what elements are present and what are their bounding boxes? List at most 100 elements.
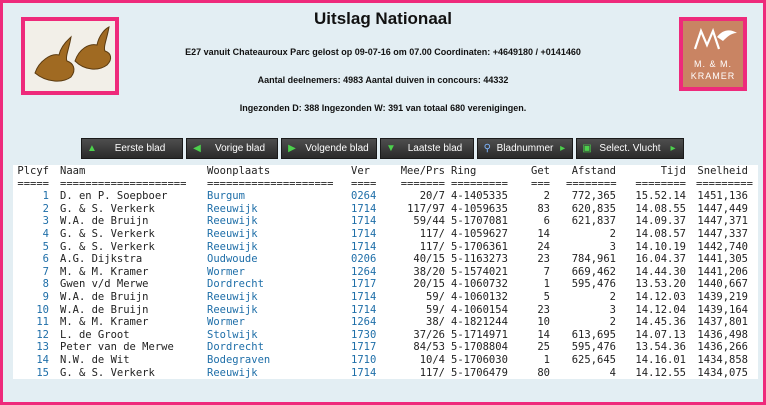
page-title: Uitslag Nationaal [314,9,452,28]
table-row: 15 G. & S. Verkerk Reeuwijk 1714 117/5-17064… [13,367,758,380]
cell-snelheid: 1437,801 [697,316,748,329]
cell-woonplaats[interactable]: Reeuwijk [207,241,258,253]
chevron-right-icon: ▸ [670,143,676,154]
next-page-button[interactable]: ▶ Volgende blad [281,138,377,159]
cell-tijd: 14.08.55 [635,202,686,215]
cell-woonplaats[interactable]: Bodegraven [207,354,270,366]
cell-get: 25 [537,341,550,354]
cell-ver: 1714 [351,366,377,379]
cell-naam[interactable]: A.G. Dijkstra [60,253,142,265]
cell-naam[interactable]: W.A. de Bruijn [60,304,149,316]
underline-mee-prs: ======= [400,177,445,190]
table-header-underline: ===== ==================== ===============… [13,178,758,191]
cell-afstand: 2 [609,227,616,240]
cell-naam[interactable]: W.A. de Bruijn [60,215,149,227]
cell-naam[interactable]: G. & S. Verkerk [60,367,155,379]
header-mee-prs: Mee/Prs [400,165,445,177]
cell-naam[interactable]: N.W. de Wit [60,354,130,366]
cell-woonplaats[interactable]: Dordrecht [207,341,264,353]
cell-ver: 1714 [351,240,377,253]
underline-snelheid: ========= [696,177,753,190]
cell-naam[interactable]: W.A. de Bruijn [60,291,149,303]
cell-afstand: 620,835 [571,202,616,215]
logo-text-mm: M. & M. [694,59,732,69]
cell-ver: 1714 [351,303,377,316]
results-table: Plcyf Naam Woonplaats Ver Mee/Prs Ring Get Afst… [13,165,758,380]
table-row: 7 M. & M. Kramer Wormer 1264 38/20 5-1574021 7… [13,266,758,279]
cell-naam[interactable]: G. & S. Verkerk [60,228,155,240]
cell-ring: 5-1708804 [451,341,508,354]
cell-tijd: 15.52.14 [635,190,686,203]
select-flight-button[interactable]: ▣ Select. Vlucht ▸ [576,138,684,159]
header-tijd: Tijd [660,165,686,177]
underline-afstand: ======== [566,177,617,190]
cell-snelheid: 1447,337 [697,227,748,240]
arrow-down-icon: ▼ [386,143,396,154]
first-page-button[interactable]: ▲ Eerste blad [81,138,183,159]
previous-page-button[interactable]: ◀ Vorige blad [186,138,278,159]
cell-afstand: 595,476 [571,278,616,291]
header-ring: Ring [451,165,477,177]
header-woonplaats: Woonplaats [207,165,271,177]
cell-mee-prs: 59/ [426,290,445,303]
cell-woonplaats[interactable]: Wormer [207,266,245,278]
cell-woonplaats[interactable]: Reeuwijk [207,291,258,303]
cell-afstand: 625,645 [571,353,616,366]
cell-tijd: 14.12.03 [635,290,686,303]
cell-afstand: 669,462 [571,265,616,278]
cell-woonplaats[interactable]: Burgum [207,190,245,202]
cell-mee-prs: 20/15 [413,278,445,291]
cell-ver: 1714 [351,202,377,215]
table-row: 11 M. & M. Kramer Wormer 1264 38/4-1821244 10… [13,316,758,329]
cell-woonplaats[interactable]: Reeuwijk [207,367,258,379]
cell-mee-prs: 38/ [426,316,445,329]
cell-naam[interactable]: D. en P. Soepboer [60,190,167,202]
page-number-button[interactable]: ⚲ Bladnummer ▸ [477,138,573,159]
cell-naam[interactable]: L. de Groot [60,329,130,341]
cell-woonplaats[interactable]: Reeuwijk [207,215,258,227]
cell-snelheid: 1451,136 [697,190,748,203]
cell-ver: 1730 [351,328,377,341]
last-page-button[interactable]: ▼ Laatste blad [380,138,474,159]
cell-plcyf: 7 [42,265,49,278]
page-frame: Uitslag Nationaal E27 vanuit Chateauroux… [0,0,766,405]
cell-mee-prs: 40/15 [413,253,445,266]
participants-info: Aantal deelnemers: 4983 Aantal duiven in… [257,75,509,85]
cell-snelheid: 1436,498 [697,328,748,341]
cell-ring: 4-1405335 [451,190,508,203]
table-header-row: Plcyf Naam Woonplaats Ver Mee/Prs Ring Get Afst… [13,165,758,178]
cell-mee-prs: 117/ [419,366,445,379]
pagination-toolbar: ▲ Eerste blad ◀ Vorige blad ▶ Volgende b… [81,138,684,159]
cell-snelheid: 1434,075 [697,366,748,379]
release-info: E27 vanuit Chateauroux Parc gelost op 09… [185,47,581,57]
cell-plcyf: 2 [42,202,49,215]
cell-naam[interactable]: Gwen v/d Merwe [60,278,149,290]
cell-get: 23 [537,253,550,266]
cell-plcyf: 11 [36,316,49,329]
cell-afstand: 4 [609,366,616,379]
cell-plcyf: 14 [36,353,49,366]
cell-naam[interactable]: Peter van de Merwe [60,341,174,353]
underline-get: === [531,177,550,190]
cell-naam[interactable]: M. & M. Kramer [60,316,149,328]
cell-ring: 5-1706361 [451,240,508,253]
cell-ver: 1717 [351,341,377,354]
cell-ring: 4-1060154 [451,303,508,316]
cell-naam[interactable]: G. & S. Verkerk [60,203,155,215]
cell-woonplaats[interactable]: Reeuwijk [207,228,258,240]
cell-naam[interactable]: G. & S. Verkerk [60,241,155,253]
cell-get: 14 [537,328,550,341]
cell-woonplaats[interactable]: Oudwoude [207,253,258,265]
cell-tijd: 14.10.19 [635,240,686,253]
cell-woonplaats[interactable]: Stolwijk [207,329,258,341]
cell-naam[interactable]: M. & M. Kramer [60,266,149,278]
table-row: 10 W.A. de Bruijn Reeuwijk 1714 59/4-1060154… [13,304,758,317]
cell-mee-prs: 59/44 [413,215,445,228]
cell-woonplaats[interactable]: Reeuwijk [207,203,258,215]
cell-woonplaats[interactable]: Reeuwijk [207,304,258,316]
cell-woonplaats[interactable]: Dordrecht [207,278,264,290]
cell-afstand: 772,365 [571,190,616,203]
cell-woonplaats[interactable]: Wormer [207,316,245,328]
cell-snelheid: 1441,305 [697,253,748,266]
cell-get: 1 [543,278,550,291]
